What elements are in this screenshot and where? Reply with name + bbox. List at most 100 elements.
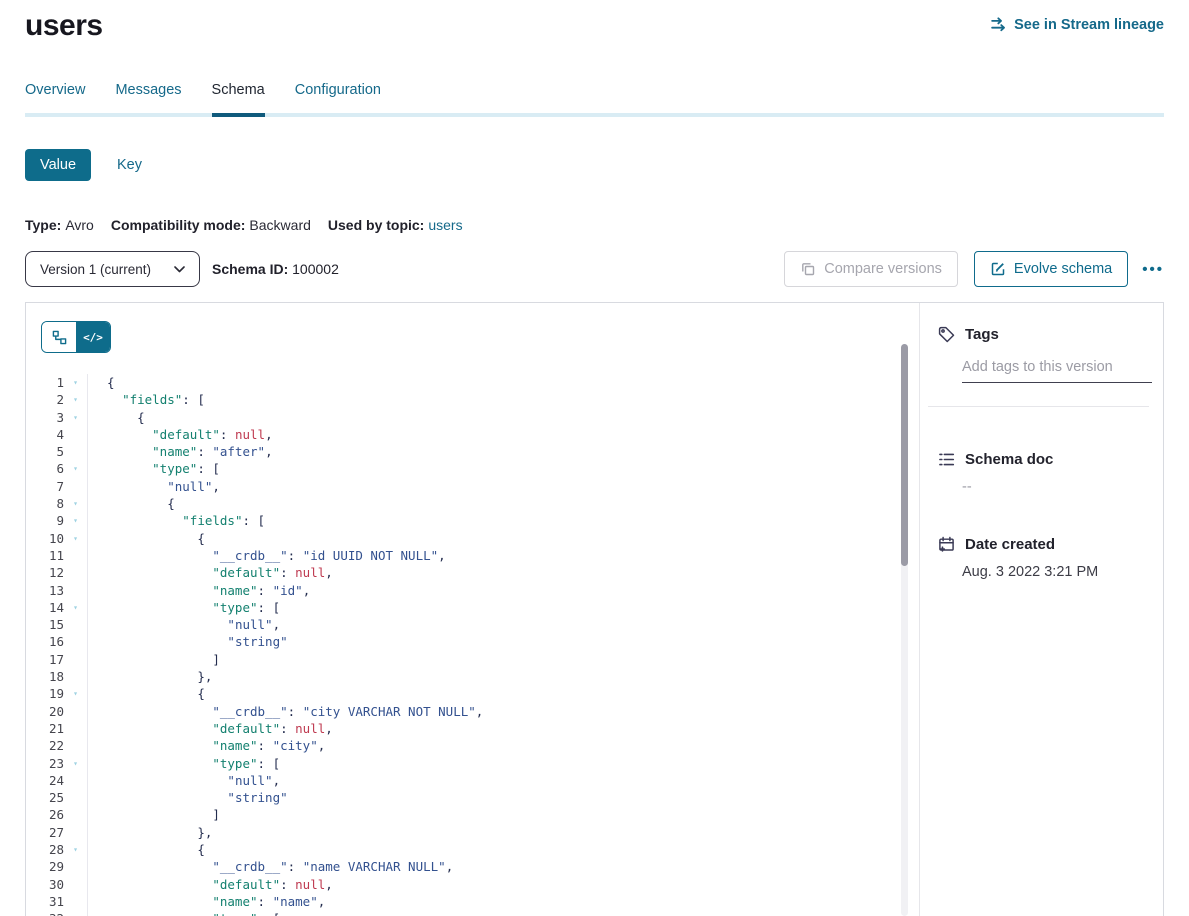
code-line: 4 "default": null, <box>26 426 919 443</box>
code-line: 22 "name": "city", <box>26 737 919 754</box>
line-number: 27 <box>26 824 64 841</box>
code-line: 15 "null", <box>26 616 919 633</box>
code-line: 18 }, <box>26 668 919 685</box>
stream-lineage-icon <box>990 16 1007 33</box>
schema-sidebar: Tags Schema doc -- <box>919 303 1163 916</box>
key-button[interactable]: Key <box>117 157 142 173</box>
line-number: 8 <box>26 495 64 512</box>
line-number: 23 <box>26 755 64 772</box>
code-line: 8▾ { <box>26 495 919 512</box>
line-number: 15 <box>26 616 64 633</box>
tree-view-button[interactable] <box>42 322 76 352</box>
date-created-section-header: Date created <box>920 536 1163 553</box>
code-line: 10▾ { <box>26 530 919 547</box>
line-number: 13 <box>26 582 64 599</box>
line-number: 21 <box>26 720 64 737</box>
tabs-underline <box>25 113 1164 117</box>
line-number: 31 <box>26 893 64 910</box>
line-number: 26 <box>26 806 64 823</box>
fold-toggle-icon[interactable]: ▾ <box>64 755 87 772</box>
compare-icon <box>800 261 816 277</box>
fold-toggle-icon[interactable]: ▾ <box>64 685 87 702</box>
schema-code-editor: 1▾{2▾ "fields": [3▾ {4 "default": null,5… <box>26 374 919 916</box>
line-number: 3 <box>26 409 64 426</box>
line-number: 17 <box>26 651 64 668</box>
line-number: 25 <box>26 789 64 806</box>
line-number: 16 <box>26 633 64 650</box>
view-toggle: </> <box>41 321 111 353</box>
tree-view-icon <box>52 330 67 345</box>
code-line: 17 ] <box>26 651 919 668</box>
code-line: 20 "__crdb__": "city VARCHAR NOT NULL", <box>26 703 919 720</box>
code-line: 11 "__crdb__": "id UUID NOT NULL", <box>26 547 919 564</box>
evolve-schema-button[interactable]: Evolve schema <box>974 251 1128 287</box>
code-line: 13 "name": "id", <box>26 582 919 599</box>
tab-overview[interactable]: Overview <box>25 82 85 113</box>
see-in-stream-lineage-link[interactable]: See in Stream lineage <box>990 16 1164 33</box>
line-number: 32 <box>26 910 64 916</box>
fold-toggle-icon[interactable]: ▾ <box>64 391 87 408</box>
more-actions-button[interactable]: ••• <box>1142 261 1164 278</box>
code-line: 29 "__crdb__": "name VARCHAR NULL", <box>26 858 919 875</box>
line-number: 6 <box>26 460 64 477</box>
editor-toolbar: </> <box>26 303 919 353</box>
code-view-button[interactable]: </> <box>76 322 110 352</box>
line-number: 24 <box>26 772 64 789</box>
value-button[interactable]: Value <box>25 149 91 181</box>
code-line: 21 "default": null, <box>26 720 919 737</box>
meta-item: Type:Avro <box>25 217 94 233</box>
schema-doc-section-header: Schema doc <box>920 451 1163 468</box>
code-line: 9▾ "fields": [ <box>26 512 919 529</box>
code-line: 12 "default": null, <box>26 564 919 581</box>
code-line: 2▾ "fields": [ <box>26 391 919 408</box>
fold-toggle-icon[interactable]: ▾ <box>64 530 87 547</box>
code-line: 16 "string" <box>26 633 919 650</box>
schema-controls-row: Version 1 (current) Schema ID: 100002 Co… <box>25 251 1164 287</box>
tab-configuration[interactable]: Configuration <box>295 82 381 113</box>
line-number: 2 <box>26 391 64 408</box>
code-line: 27 }, <box>26 824 919 841</box>
tab-messages[interactable]: Messages <box>115 82 181 113</box>
version-select[interactable]: Version 1 (current) <box>25 251 200 287</box>
code-line: 28▾ { <box>26 841 919 858</box>
code-line: 3▾ { <box>26 409 919 426</box>
used-by-topic-link[interactable]: users <box>428 217 462 233</box>
line-number: 7 <box>26 478 64 495</box>
tab-bar: Overview Messages Schema Configuration <box>25 82 1164 117</box>
fold-toggle-icon[interactable]: ▾ <box>64 409 87 426</box>
line-number: 12 <box>26 564 64 581</box>
line-number: 29 <box>26 858 64 875</box>
line-number: 18 <box>26 668 64 685</box>
code-line: 23▾ "type": [ <box>26 755 919 772</box>
line-number: 19 <box>26 685 64 702</box>
fold-toggle-icon[interactable]: ▾ <box>64 460 87 477</box>
code-line: 30 "default": null, <box>26 876 919 893</box>
fold-toggle-icon[interactable]: ▾ <box>64 599 87 616</box>
date-created-value: Aug. 3 2022 3:21 PM <box>962 564 1163 580</box>
list-icon <box>938 451 955 468</box>
fold-toggle-icon[interactable]: ▾ <box>64 512 87 529</box>
code-line: 32▾ "type": [ <box>26 910 919 916</box>
compare-versions-button[interactable]: Compare versions <box>784 251 958 287</box>
fold-toggle-icon[interactable]: ▾ <box>64 841 87 858</box>
code-line: 1▾{ <box>26 374 919 391</box>
schema-page: users See in Stream lineage Overview Mess… <box>0 0 1189 916</box>
fold-toggle-icon[interactable]: ▾ <box>64 495 87 512</box>
scrollbar-thumb[interactable] <box>901 344 908 566</box>
fold-toggle-icon[interactable]: ▾ <box>64 374 87 391</box>
tab-schema[interactable]: Schema <box>212 82 265 113</box>
fold-toggle-icon[interactable]: ▾ <box>64 910 87 916</box>
line-number: 4 <box>26 426 64 443</box>
code-line: 26 ] <box>26 806 919 823</box>
line-number: 28 <box>26 841 64 858</box>
add-tags-input[interactable] <box>962 359 1152 383</box>
code-line: 31 "name": "name", <box>26 893 919 910</box>
page-header: users See in Stream lineage <box>25 0 1164 43</box>
line-number: 5 <box>26 443 64 460</box>
edit-icon <box>990 261 1006 277</box>
schema-code-pane: </> 1▾{2▾ "fields": [3▾ {4 "default": nu… <box>26 303 919 916</box>
schema-meta-row: Type:AvroCompatibility mode:BackwardUsed… <box>25 217 1164 233</box>
line-number: 1 <box>26 374 64 391</box>
sidebar-divider <box>928 406 1149 407</box>
line-number: 22 <box>26 737 64 754</box>
